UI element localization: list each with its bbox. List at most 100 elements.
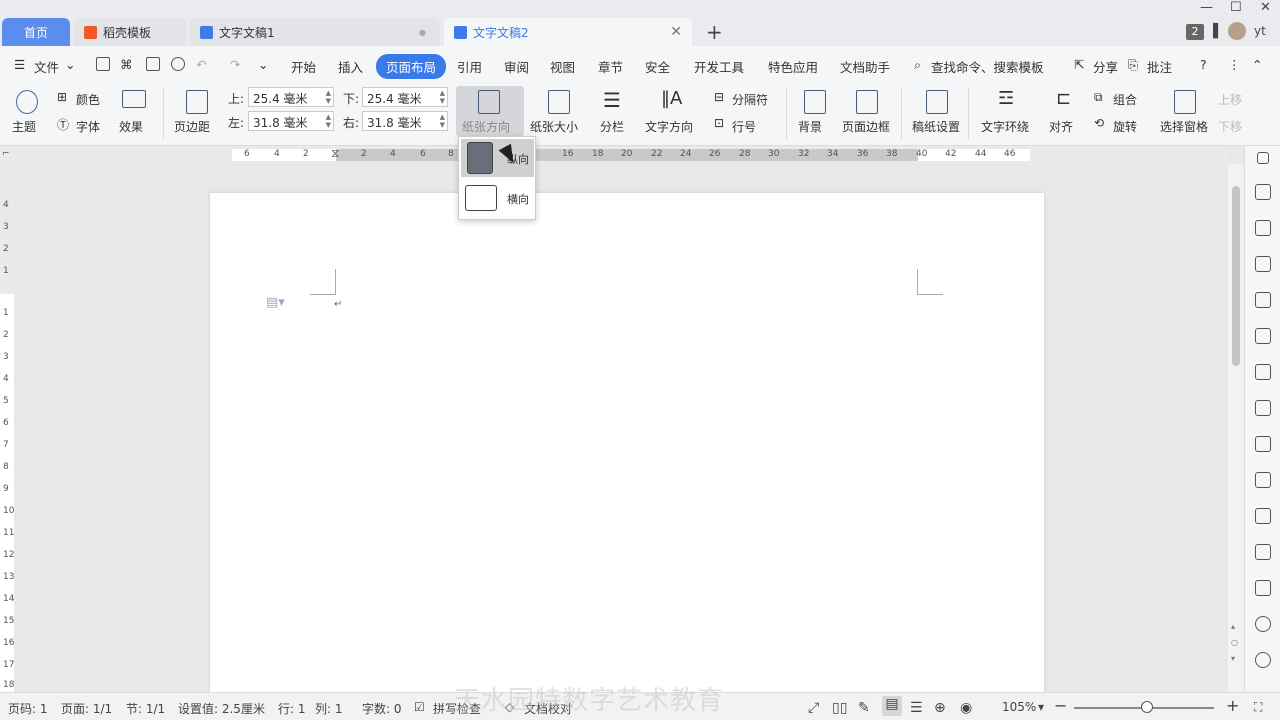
fit-window-icon[interactable]: ⛶ <box>1254 700 1262 715</box>
color-button[interactable]: 颜色 <box>76 91 100 108</box>
send-backward-button[interactable]: 下移 <box>1218 118 1242 135</box>
tab-doc1[interactable]: 文字文稿1 ● <box>190 18 440 46</box>
status-col[interactable]: 列: 1 <box>315 700 343 717</box>
spin-arrows-icon[interactable]: ▲ ▼ <box>440 89 445 105</box>
share-button[interactable]: 分享 <box>1093 57 1118 76</box>
comment-icon[interactable]: ⎘ <box>1128 57 1138 73</box>
style-icon[interactable] <box>1255 292 1271 308</box>
minimize-icon[interactable]: — <box>1200 0 1213 15</box>
align-button[interactable]: 对齐 <box>1049 118 1073 135</box>
translate-icon[interactable] <box>1255 508 1271 524</box>
prev-page-icon[interactable]: ▴ <box>1231 622 1235 631</box>
bring-forward-button[interactable]: 上移 <box>1218 91 1242 108</box>
left-margin-input[interactable]: 31.8 毫米 ▲ ▼ <box>248 111 334 131</box>
layout-icon[interactable]: ▐ <box>1208 24 1218 39</box>
effect-button[interactable]: 效果 <box>119 118 143 135</box>
tab-doc2[interactable]: 文字文稿2 ✕ <box>444 18 692 46</box>
theme-button[interactable]: 主题 <box>12 118 36 135</box>
file-menu[interactable]: 文件 <box>34 57 59 76</box>
help-icon[interactable]: ? <box>1200 57 1207 72</box>
properties-icon[interactable] <box>1255 400 1271 416</box>
outline-view-icon[interactable]: ☰ <box>910 700 923 716</box>
status-words[interactable]: 字数: 0 <box>362 700 402 717</box>
rotate-button[interactable]: 旋转 <box>1113 118 1137 135</box>
maximize-icon[interactable]: ☐ <box>1230 0 1242 15</box>
edit-mode-icon[interactable]: ✎ <box>858 700 870 716</box>
margin-button[interactable]: 页边距 <box>174 118 210 135</box>
orientation-button[interactable]: 纸张方向 <box>456 86 524 136</box>
line-number-button[interactable]: 行号 <box>732 118 756 135</box>
shapes-icon[interactable] <box>1255 256 1271 272</box>
right-margin-input[interactable]: 31.8 毫米 ▲ ▼ <box>362 111 448 131</box>
menu-start[interactable]: 开始 <box>291 57 316 76</box>
tab-docer[interactable]: 稻壳模板 <box>74 18 186 46</box>
backup-icon[interactable] <box>1255 616 1271 632</box>
spellcheck-icon[interactable]: ☑ <box>414 700 425 714</box>
group-button[interactable]: 组合 <box>1113 91 1137 108</box>
chevron-down-icon[interactable]: ⌄ <box>65 57 75 72</box>
hamburger-icon[interactable]: ☰ <box>14 57 25 72</box>
select-pointer-icon[interactable] <box>1255 220 1271 236</box>
spin-arrows-icon[interactable]: ▲ ▼ <box>326 113 331 129</box>
share-out-icon[interactable] <box>1255 472 1271 488</box>
format-painter-icon[interactable]: ⌘ <box>120 57 133 72</box>
indent-marker-icon[interactable]: ⧖ <box>331 146 339 161</box>
menu-page-layout[interactable]: 页面布局 <box>376 54 447 79</box>
more-icon[interactable]: ⌄ <box>258 57 268 72</box>
zoom-slider-thumb[interactable] <box>1141 701 1153 713</box>
image-icon[interactable] <box>1255 580 1271 596</box>
text-direction-button[interactable]: 文字方向 <box>645 118 693 135</box>
sidebar-collapse-icon[interactable] <box>1257 152 1269 164</box>
search-icon[interactable]: ⌕ <box>914 57 921 73</box>
web-view-icon[interactable]: ⊕ <box>934 700 946 716</box>
selection-pane-button[interactable]: 选择窗格 <box>1160 118 1208 135</box>
comment-button[interactable]: 批注 <box>1147 57 1172 76</box>
bottom-margin-input[interactable]: 25.4 毫米 ▲ ▼ <box>362 87 448 107</box>
archive-icon[interactable] <box>1255 544 1271 560</box>
vertical-ruler[interactable]: 4 3 2 1 1 2 3 4 5 6 7 8 9 10 11 12 13 14… <box>0 164 14 692</box>
top-margin-input[interactable]: 25.4 毫米 ▲ ▼ <box>248 87 334 107</box>
print-icon[interactable] <box>146 57 160 71</box>
vertical-scrollbar[interactable]: ▴ ○ ▾ <box>1228 164 1244 692</box>
zoom-in-icon[interactable]: + <box>1226 696 1239 715</box>
menu-section[interactable]: 章节 <box>598 57 623 76</box>
zoom-out-icon[interactable]: − <box>1054 696 1067 715</box>
menu-security[interactable]: 安全 <box>645 57 670 76</box>
columns-button[interactable]: 分栏 <box>600 118 624 135</box>
collapse-ribbon-icon[interactable]: ⌃ <box>1252 57 1262 72</box>
status-page-code[interactable]: 页码: 1 <box>8 700 48 717</box>
pen-icon[interactable] <box>1255 184 1271 200</box>
next-page-icon[interactable]: ▾ <box>1231 654 1235 663</box>
print-preview-icon[interactable] <box>171 57 185 71</box>
fullscreen-icon[interactable]: ⤢ <box>808 700 819 716</box>
redo-icon[interactable]: ↷ <box>230 57 240 72</box>
breaks-button[interactable]: 分隔符 <box>732 91 768 108</box>
status-setting[interactable]: 设置值: 2.5厘米 <box>178 700 265 717</box>
picture-library-icon[interactable] <box>1255 436 1271 452</box>
menu-doc-assistant[interactable]: 文档助手 <box>840 57 890 76</box>
avatar[interactable] <box>1228 22 1246 40</box>
menu-developer[interactable]: 开发工具 <box>694 57 744 76</box>
orientation-portrait-option[interactable]: 纵向 <box>461 139 534 177</box>
zoom-level[interactable]: 105% <box>1002 700 1036 714</box>
status-pages[interactable]: 页面: 1/1 <box>61 700 112 717</box>
window-close-icon[interactable]: ✕ <box>1260 0 1271 15</box>
menu-references[interactable]: 引用 <box>457 57 482 76</box>
tab-home[interactable]: 首页 <box>2 18 70 46</box>
window-count-badge[interactable]: 2 <box>1186 24 1204 40</box>
status-row[interactable]: 行: 1 <box>278 700 306 717</box>
save-icon[interactable] <box>96 57 110 71</box>
paragraph-layout-icon[interactable]: ▤▾ <box>266 295 285 310</box>
reading-mode-icon[interactable]: ▯▯ <box>832 700 847 716</box>
new-tab-icon[interactable]: + <box>706 20 723 44</box>
menu-view[interactable]: 视图 <box>550 57 575 76</box>
font-button[interactable]: 字体 <box>76 118 100 135</box>
share-icon[interactable]: ⇱ <box>1074 57 1084 72</box>
document-page[interactable]: ▤▾ ↵ <box>210 193 1044 693</box>
command-search[interactable]: 查找命令、搜索模板 <box>931 57 1044 76</box>
eye-protection-icon[interactable]: ◉ <box>960 700 972 716</box>
page-view-icon[interactable]: ▤ <box>882 696 902 716</box>
table-icon[interactable] <box>1255 328 1271 344</box>
wrap-button[interactable]: 文字环绕 <box>981 118 1029 135</box>
undo-icon[interactable]: ↶ <box>196 57 206 72</box>
